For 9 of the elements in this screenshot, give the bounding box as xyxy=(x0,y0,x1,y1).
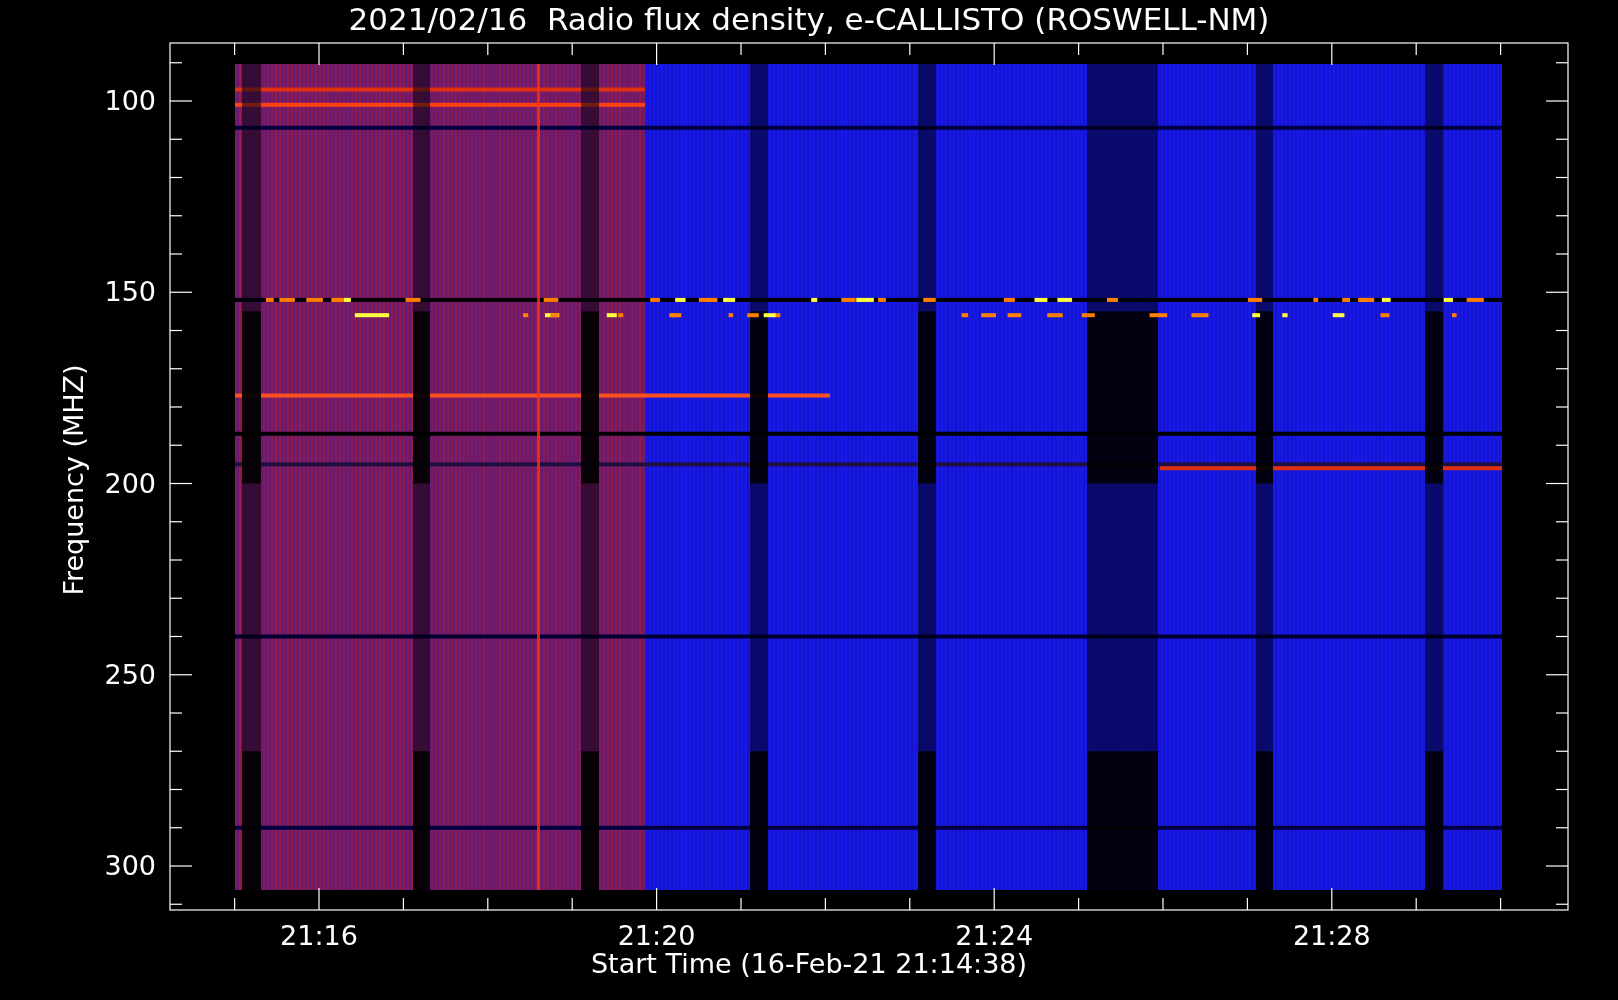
axis-label: Frequency (MHZ) xyxy=(58,364,90,596)
tick-label: 100 xyxy=(104,85,156,117)
tick-label: 21:16 xyxy=(279,920,359,952)
tick-label: 200 xyxy=(104,467,156,500)
plot-title: 2021/02/16 Radio flux density, e-CALLISTO (ROSWELL-NM) xyxy=(348,0,1270,38)
tick-label: 300 xyxy=(104,850,156,882)
tick-label: 150 xyxy=(104,276,156,309)
tick-label: 250 xyxy=(104,658,156,691)
tick-label: 21:28 xyxy=(1291,920,1372,952)
